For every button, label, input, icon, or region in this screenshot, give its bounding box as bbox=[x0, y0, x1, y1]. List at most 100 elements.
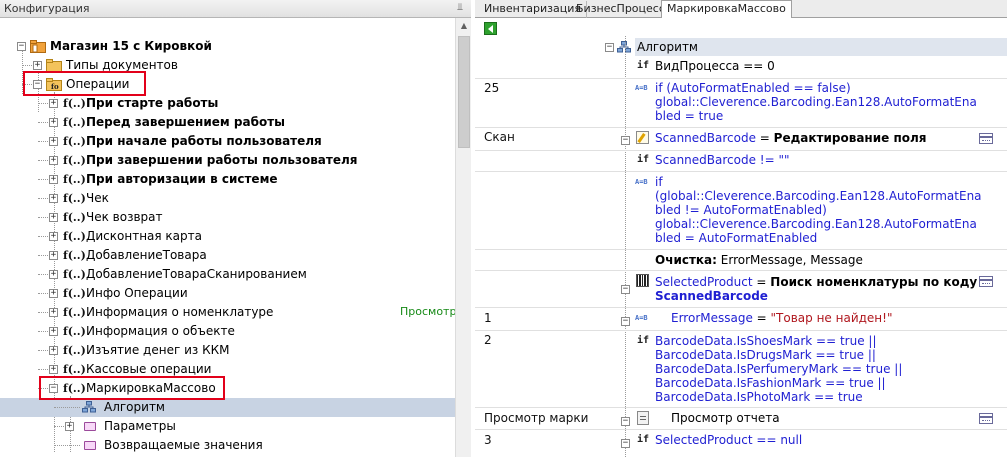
tree-item-label: При старте работы bbox=[86, 96, 219, 110]
expand-toggle[interactable]: + bbox=[49, 251, 58, 260]
assignment-text[interactable]: ErrorMessage = "Товар не найден!" bbox=[671, 311, 892, 325]
tree-item-parameters[interactable]: + Параметры bbox=[0, 417, 455, 436]
action-text[interactable]: ScannedBarcode = Редактирование поля bbox=[655, 131, 926, 145]
tree-item-function[interactable]: + f(..) Перед завершением работы bbox=[0, 113, 455, 132]
algorithm-icon bbox=[617, 41, 631, 53]
equals: = bbox=[755, 131, 774, 145]
tab-marking-mass[interactable]: МаркировкаМассово bbox=[661, 0, 792, 18]
collapse-toggle[interactable]: − bbox=[621, 417, 630, 426]
return-values-icon bbox=[84, 441, 96, 450]
barcode-icon bbox=[636, 274, 649, 287]
expand-toggle[interactable]: + bbox=[49, 308, 58, 317]
condition-text[interactable]: SelectedProduct == null bbox=[655, 433, 802, 447]
tree-item-return-values[interactable]: Возвращаемые значения bbox=[0, 436, 455, 455]
tree-item-function[interactable]: + f(..) ДобавлениеТовараСканированием bbox=[0, 265, 455, 284]
parameters-icon bbox=[84, 422, 96, 431]
condition-line[interactable]: BarcodeData.IsShoesMark == true || bbox=[655, 334, 877, 348]
function-icon: f(..) bbox=[63, 135, 86, 148]
tree-item-label: Изъятие денег из ККМ bbox=[86, 343, 230, 357]
tree-item-function[interactable]: + f(..) При старте работы bbox=[0, 94, 455, 113]
table-icon[interactable] bbox=[979, 413, 993, 424]
expand-toggle[interactable]: + bbox=[49, 327, 58, 336]
tree-item-label: При завершении работы пользователя bbox=[86, 153, 358, 167]
tree-item-label: При авторизации в системе bbox=[86, 172, 278, 186]
tree-item-function[interactable]: + f(..) Инфо Операции bbox=[0, 284, 455, 303]
row-label: 1 bbox=[484, 311, 492, 325]
collapse-toggle[interactable]: − bbox=[605, 43, 614, 52]
statement-line[interactable]: global::Cleverence.Barcoding.Ean128.Auto… bbox=[655, 217, 977, 231]
expand-toggle[interactable]: + bbox=[49, 99, 58, 108]
tree-item-function[interactable]: + f(..) При авторизации в системе bbox=[0, 170, 455, 189]
expand-toggle[interactable]: + bbox=[49, 213, 58, 222]
tree-item-algorithm[interactable]: Алгоритм bbox=[0, 398, 455, 417]
expand-toggle[interactable]: + bbox=[49, 175, 58, 184]
expand-toggle[interactable]: + bbox=[65, 422, 74, 431]
function-icon: f(..) bbox=[63, 344, 86, 357]
back-arrow-icon[interactable] bbox=[484, 22, 497, 35]
statement-line[interactable]: bled = AutoFormatEnabled bbox=[655, 231, 817, 245]
clear-targets: ErrorMessage, Message bbox=[716, 253, 863, 267]
action-argument[interactable]: ScannedBarcode bbox=[655, 289, 768, 303]
preview-hint: Просмотр bbox=[400, 305, 457, 318]
collapse-toggle[interactable]: − bbox=[621, 136, 630, 145]
expand-toggle[interactable]: + bbox=[49, 289, 58, 298]
tree-item-function[interactable]: + f(..) Изъятие денег из ККМ bbox=[0, 341, 455, 360]
expand-toggle[interactable]: + bbox=[49, 232, 58, 241]
scroll-up-arrow-icon[interactable]: ▲ bbox=[456, 18, 472, 34]
condition-line[interactable]: BarcodeData.IsPhotoMark == true bbox=[655, 390, 863, 404]
expand-toggle[interactable]: + bbox=[49, 365, 58, 374]
tree-item-label: Информация о номенклатуре bbox=[86, 305, 274, 319]
tree-scrollbar[interactable]: ▲ bbox=[455, 18, 471, 457]
collapse-toggle[interactable]: − bbox=[621, 285, 630, 294]
expand-toggle[interactable]: + bbox=[49, 156, 58, 165]
expand-toggle[interactable]: + bbox=[49, 137, 58, 146]
algorithm-icon bbox=[82, 401, 96, 413]
collapse-toggle[interactable]: − bbox=[17, 42, 26, 51]
function-icon: f(..) bbox=[63, 116, 86, 129]
statement-line[interactable]: global::Cleverence.Barcoding.Ean128.Auto… bbox=[655, 95, 977, 109]
tree-item-function[interactable]: + f(..) Дисконтная карта bbox=[0, 227, 455, 246]
expand-toggle[interactable]: + bbox=[49, 118, 58, 127]
condition-text[interactable]: ВидПроцесса == 0 bbox=[655, 59, 775, 73]
tree-item-function[interactable]: + f(..) Информация о объекте bbox=[0, 322, 455, 341]
condition-line[interactable]: BarcodeData.IsFashionMark == true || bbox=[655, 376, 886, 390]
condition-line[interactable]: BarcodeData.IsDrugsMark == true || bbox=[655, 348, 876, 362]
tree-item-function[interactable]: + f(..) При завершении работы пользовате… bbox=[0, 151, 455, 170]
statement-line[interactable]: if (AutoFormatEnabled == false) bbox=[655, 81, 851, 95]
action-text[interactable]: SelectedProduct = Поиск номенклатуры по … bbox=[655, 275, 977, 289]
tree-item-store[interactable]: − Магазин 15 с Кировкой bbox=[0, 37, 455, 56]
variable-name: ScannedBarcode bbox=[655, 131, 756, 145]
tree-item-label: Алгоритм bbox=[104, 400, 165, 414]
table-icon[interactable] bbox=[979, 133, 993, 144]
collapse-toggle[interactable]: − bbox=[621, 439, 630, 448]
report-action[interactable]: Просмотр отчета bbox=[671, 411, 780, 425]
function-icon: f(..) bbox=[63, 192, 86, 205]
scrollbar-thumb[interactable] bbox=[458, 36, 470, 148]
function-icon: f(..) bbox=[63, 325, 86, 338]
function-icon: f(..) bbox=[63, 287, 86, 300]
tree-item-function[interactable]: + f(..) Информация о номенклатуре bbox=[0, 303, 455, 322]
clear-action[interactable]: Очистка: ErrorMessage, Message bbox=[655, 253, 863, 267]
tree-item-function[interactable]: + f(..) ДобавлениеТовара bbox=[0, 246, 455, 265]
condition-text[interactable]: ScannedBarcode != "" bbox=[655, 153, 790, 167]
expand-toggle[interactable]: + bbox=[49, 270, 58, 279]
expand-toggle[interactable]: + bbox=[49, 346, 58, 355]
tree-item-label: ДобавлениеТовара bbox=[86, 248, 207, 262]
statement-line[interactable]: if bbox=[655, 175, 663, 189]
expand-toggle[interactable]: + bbox=[49, 194, 58, 203]
table-icon[interactable] bbox=[979, 276, 993, 287]
collapse-toggle[interactable]: − bbox=[621, 317, 630, 326]
tree-item-function[interactable]: + f(..) Чек возврат bbox=[0, 208, 455, 227]
edit-field-icon bbox=[636, 131, 649, 144]
tree-item-function[interactable]: + f(..) Чек bbox=[0, 189, 455, 208]
row-label: Просмотр марки bbox=[484, 411, 589, 425]
pin-icon[interactable]: ⫫ bbox=[457, 2, 463, 13]
condition-line[interactable]: BarcodeData.IsPerfumeryMark == true || bbox=[655, 362, 902, 376]
string-literal: "Товар не найден!" bbox=[770, 311, 893, 325]
highlight-marking-mass bbox=[39, 376, 225, 400]
tree-item-function[interactable]: + f(..) При начале работы пользователя bbox=[0, 132, 455, 151]
statement-line[interactable]: bled != AutoFormatEnabled) bbox=[655, 203, 827, 217]
statement-line[interactable]: bled = true bbox=[655, 109, 723, 123]
expand-toggle[interactable]: + bbox=[33, 61, 42, 70]
statement-line[interactable]: (global::Cleverence.Barcoding.Ean128.Aut… bbox=[655, 189, 982, 203]
